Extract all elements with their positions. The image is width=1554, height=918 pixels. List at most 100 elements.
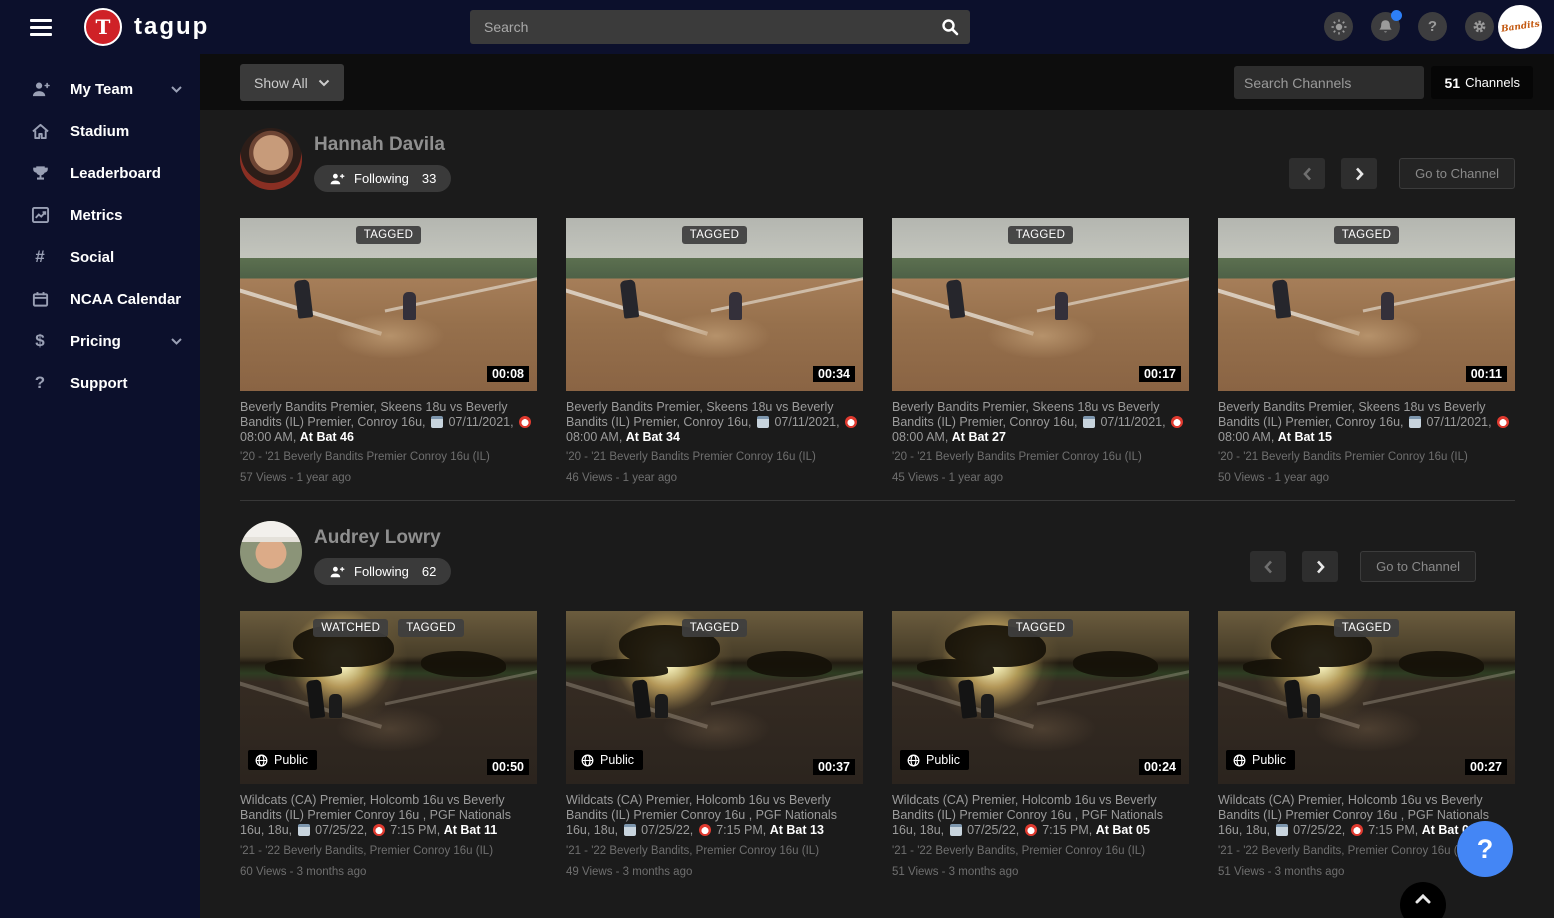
video-card[interactable]: WATCHEDTAGGED Public 00:50 Wildcats (CA)… (240, 611, 537, 877)
search-icon[interactable] (930, 10, 970, 44)
video-title[interactable]: Beverly Bandits Premier, Skeens 18u vs B… (566, 400, 863, 444)
sidebar-item-my-team[interactable]: My Team (0, 68, 200, 110)
status-badge: TAGGED (682, 226, 748, 244)
alarm-clock-icon (1351, 824, 1363, 836)
following-button[interactable]: Following 33 (314, 165, 451, 192)
channels-count-button[interactable]: 51 Channels (1431, 66, 1533, 99)
go-to-channel-button[interactable]: Go to Channel (1399, 158, 1515, 189)
sidebar-item-social[interactable]: # Social (0, 236, 200, 278)
global-search (470, 10, 970, 44)
video-title[interactable]: Wildcats (CA) Premier, Holcomb 16u vs Be… (892, 793, 1189, 837)
video-card[interactable]: TAGGED 00:11 Beverly Bandits Premier, Sk… (1218, 218, 1515, 484)
video-card[interactable]: TAGGED 00:08 Beverly Bandits Premier, Sk… (240, 218, 537, 484)
video-title[interactable]: Wildcats (CA) Premier, Holcomb 16u vs Be… (240, 793, 537, 837)
channel-search-input[interactable] (1234, 75, 1435, 91)
sidebar-item-stadium[interactable]: Stadium (0, 110, 200, 152)
catcher-silhouette (655, 694, 668, 718)
search-input[interactable] (470, 19, 930, 35)
channels-count-label: Channels (1465, 75, 1520, 90)
alarm-clock-icon (845, 416, 857, 428)
video-title[interactable]: Beverly Bandits Premier, Skeens 18u vs B… (892, 400, 1189, 444)
public-label: Public (1252, 753, 1286, 767)
video-thumbnail[interactable]: TAGGED Public 00:27 (1218, 611, 1515, 784)
channels-toolbar: Show All 51 Channels (200, 54, 1554, 110)
following-label: Following (354, 564, 409, 579)
channel-avatar[interactable] (240, 128, 302, 190)
calendar-icon (1276, 824, 1288, 836)
next-videos-button[interactable] (1302, 551, 1338, 582)
public-label: Public (926, 753, 960, 767)
calendar-icon (30, 290, 50, 308)
video-thumbnail[interactable]: TAGGED Public 00:24 (892, 611, 1189, 784)
status-badge: TAGGED (398, 619, 464, 637)
badge-row: TAGGED (892, 619, 1189, 637)
public-label: Public (600, 753, 634, 767)
sidebar-item-ncaa-calendar[interactable]: NCAA Calendar (0, 278, 200, 320)
duration-badge: 00:37 (813, 759, 855, 775)
video-card[interactable]: TAGGED 00:34 Beverly Bandits Premier, Sk… (566, 218, 863, 484)
globe-icon (255, 754, 268, 767)
video-thumbnail[interactable]: TAGGED 00:08 (240, 218, 537, 391)
sidebar-item-pricing[interactable]: $ Pricing (0, 320, 200, 362)
globe-icon (907, 754, 920, 767)
prev-videos-button[interactable] (1289, 158, 1325, 189)
video-views: 60 Views - 3 months ago (240, 866, 537, 878)
video-title[interactable]: Beverly Bandits Premier, Skeens 18u vs B… (1218, 400, 1515, 444)
following-count: 33 (422, 171, 436, 186)
video-title[interactable]: Wildcats (CA) Premier, Holcomb 16u vs Be… (566, 793, 863, 837)
video-subtitle: '20 - '21 Beverly Bandits Premier Conroy… (240, 451, 537, 463)
sidebar-item-leaderboard[interactable]: Leaderboard (0, 152, 200, 194)
help-icon[interactable]: ? (1418, 12, 1447, 41)
catcher-silhouette (1307, 694, 1320, 718)
channel-section: Hannah Davila Following 33 Go to Channel (200, 110, 1554, 484)
video-card[interactable]: TAGGED Public 00:37 Wildcats (CA) Premie… (566, 611, 863, 877)
hamburger-menu-icon[interactable] (30, 15, 52, 40)
video-views: 46 Views - 1 year ago (566, 472, 863, 484)
video-views: 49 Views - 3 months ago (566, 866, 863, 878)
catcher-silhouette (729, 292, 742, 320)
duration-badge: 00:24 (1139, 759, 1181, 775)
public-label: Public (274, 753, 308, 767)
video-card[interactable]: TAGGED 00:17 Beverly Bandits Premier, Sk… (892, 218, 1189, 484)
video-thumbnail[interactable]: TAGGED 00:17 (892, 218, 1189, 391)
brightness-icon[interactable] (1324, 12, 1353, 41)
go-to-channel-button[interactable]: Go to Channel (1360, 551, 1476, 582)
user-avatar[interactable]: Bandits (1498, 5, 1542, 49)
prev-videos-button[interactable] (1250, 551, 1286, 582)
show-all-filter-dropdown[interactable]: Show All (240, 64, 344, 101)
following-count: 62 (422, 564, 436, 579)
video-subtitle: '21 - '22 Beverly Bandits, Premier Conro… (240, 845, 537, 857)
status-badge: TAGGED (1008, 226, 1074, 244)
duration-badge: 00:50 (487, 759, 529, 775)
duration-badge: 00:27 (1465, 759, 1507, 775)
next-videos-button[interactable] (1341, 158, 1377, 189)
chevron-down-icon (171, 86, 182, 93)
catcher-silhouette (1381, 292, 1394, 320)
bell-icon[interactable] (1371, 12, 1400, 41)
video-thumbnail[interactable]: TAGGED Public 00:37 (566, 611, 863, 784)
help-fab-button[interactable]: ? (1457, 821, 1513, 877)
alarm-clock-icon (373, 824, 385, 836)
home-icon (30, 122, 50, 140)
calendar-icon (1409, 416, 1421, 428)
duration-badge: 00:11 (1466, 366, 1507, 382)
video-title[interactable]: Beverly Bandits Premier, Skeens 18u vs B… (240, 400, 537, 444)
channel-search (1234, 66, 1424, 99)
video-thumbnail[interactable]: WATCHEDTAGGED Public 00:50 (240, 611, 537, 784)
video-card[interactable]: TAGGED Public 00:24 Wildcats (CA) Premie… (892, 611, 1189, 877)
calendar-icon (1083, 416, 1095, 428)
scroll-to-top-button[interactable] (1400, 882, 1446, 918)
video-card-row: TAGGED 00:08 Beverly Bandits Premier, Sk… (240, 218, 1554, 484)
video-thumbnail[interactable]: TAGGED 00:11 (1218, 218, 1515, 391)
sidebar-item-metrics[interactable]: Metrics (0, 194, 200, 236)
channel-name: Hannah Davila (314, 134, 451, 156)
globe-icon (1233, 754, 1246, 767)
channel-avatar[interactable] (240, 521, 302, 583)
following-button[interactable]: Following 62 (314, 558, 451, 585)
tagup-logo-icon[interactable]: T (84, 8, 122, 46)
sidebar-item-support[interactable]: ? Support (0, 362, 200, 404)
gear-icon[interactable] (1465, 12, 1494, 41)
calendar-icon (757, 416, 769, 428)
video-thumbnail[interactable]: TAGGED 00:34 (566, 218, 863, 391)
video-views: 51 Views - 3 months ago (892, 866, 1189, 878)
